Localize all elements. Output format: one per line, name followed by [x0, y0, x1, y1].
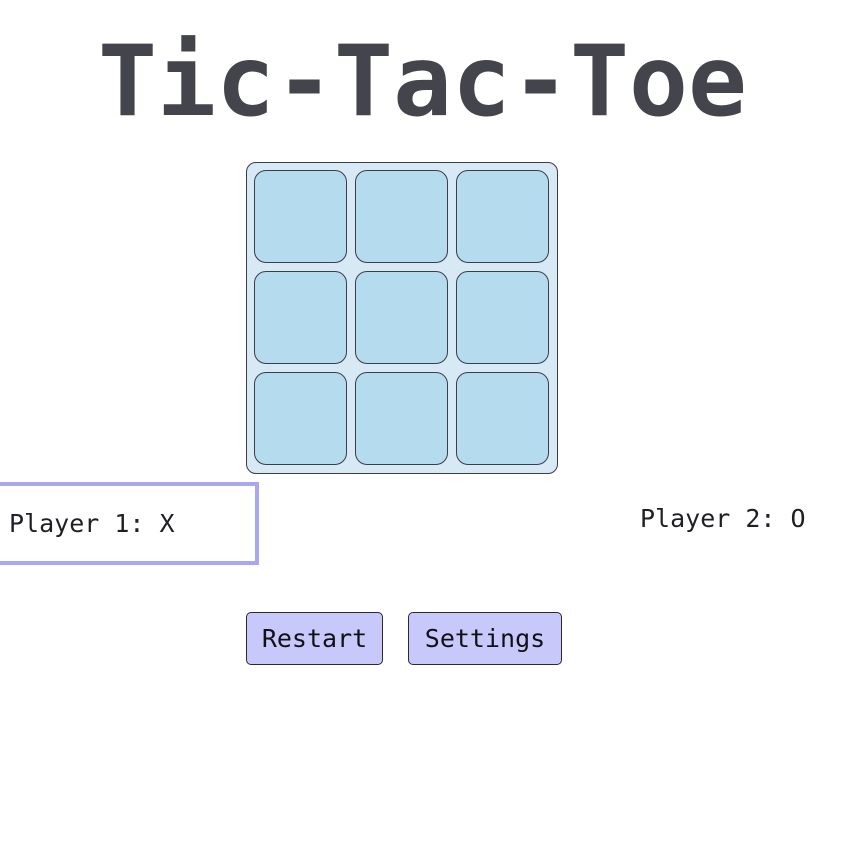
player-1-text: Player 1: X — [9, 509, 175, 538]
game-title: Tic-Tac-Toe — [97, 25, 747, 139]
player-2-label: Player 2: O — [640, 504, 806, 533]
board-cell-2[interactable] — [355, 170, 448, 263]
settings-button[interactable]: Settings — [408, 612, 562, 665]
board-cell-3[interactable] — [456, 170, 549, 263]
board-cell-5[interactable] — [355, 271, 448, 364]
board-cell-7[interactable] — [254, 372, 347, 465]
restart-button[interactable]: Restart — [246, 612, 383, 665]
board-cell-9[interactable] — [456, 372, 549, 465]
board-cell-4[interactable] — [254, 271, 347, 364]
board-cell-6[interactable] — [456, 271, 549, 364]
player-1-label-active: Player 1: X — [0, 482, 259, 565]
board-cell-8[interactable] — [355, 372, 448, 465]
board-cell-1[interactable] — [254, 170, 347, 263]
game-board — [246, 162, 558, 474]
